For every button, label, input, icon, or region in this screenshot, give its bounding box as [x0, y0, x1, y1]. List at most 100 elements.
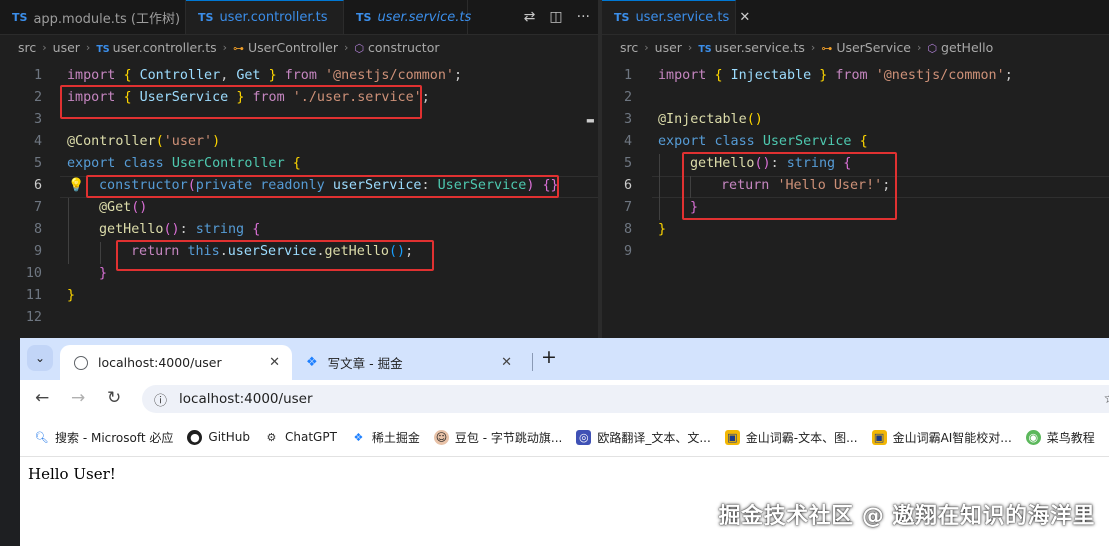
code-line: 4 @Controller('user')	[33, 134, 221, 149]
editor-tab-bar: TS user.service.ts ✕	[602, 0, 1109, 35]
code-line: 3 @Injectable()	[623, 112, 763, 127]
code-line: 7 @Get()	[33, 200, 148, 215]
class-symbol-icon: ⊶	[233, 41, 245, 55]
tab-label: user.service.ts	[635, 10, 730, 25]
chevron-right-icon: ›	[222, 40, 228, 54]
tab-search-button[interactable]: ⌄	[27, 345, 53, 371]
address-bar[interactable]: ⓘ localhost:4000/user ☆	[142, 385, 1109, 413]
chatgpt-icon: ⚙	[266, 430, 277, 444]
browser-tab-title: localhost:4000/user	[98, 355, 222, 370]
reload-icon: ↻	[107, 388, 122, 408]
browser-tab[interactable]: ❖ 写文章 - 掘金 ✕	[292, 345, 524, 380]
tab-label: user.controller.ts	[219, 10, 328, 25]
method-symbol-icon: ⬡	[927, 41, 938, 55]
breadcrumb-item[interactable]: TS user.controller.ts	[96, 40, 216, 55]
browser-tab-strip: ⌄ localhost:4000/user ✕ ❖ 写文章 - 掘金 ✕ +	[20, 338, 1109, 380]
site-info-icon[interactable]: ⓘ	[154, 390, 167, 409]
chevron-right-icon: ›	[85, 40, 91, 54]
iciba-icon: ▣	[871, 429, 887, 445]
typescript-file-icon: TS	[96, 43, 110, 55]
editor-tab-bar: TS app.module.ts (工作树) TS user.controlle…	[0, 0, 598, 35]
close-icon[interactable]: ✕	[269, 355, 280, 370]
bookmark-item[interactable]: 🔍︎ 搜索 - Microsoft 必应	[34, 429, 174, 446]
code-line: 1 import { Controller, Get } from '@nestj…	[33, 68, 463, 83]
tab-label: user.service.ts	[377, 9, 472, 25]
breadcrumb-item[interactable]: src	[620, 40, 638, 55]
breadcrumb-item[interactable]: ⊶ UserService	[821, 40, 911, 55]
code-line: 8}	[623, 222, 667, 237]
code-editor: TS app.module.ts (工作树) TS user.controlle…	[0, 0, 1109, 340]
browser-tab-active[interactable]: localhost:4000/user ✕	[60, 345, 292, 380]
bookmark-item[interactable]: ❖ 稀土掘金	[351, 429, 419, 446]
arrow-right-icon: →	[71, 388, 86, 408]
bookmark-item[interactable]: ⚙ ChatGPT	[264, 430, 337, 445]
new-tab-button[interactable]: +	[541, 346, 557, 368]
breadcrumb-item[interactable]: src	[18, 40, 36, 55]
juejin-icon: ❖	[353, 430, 364, 444]
forward-button[interactable]: →	[71, 388, 85, 408]
code-line: 9	[623, 244, 632, 259]
code-line: 4 export class UserService {	[623, 134, 868, 149]
watermark: 掘金技术社区 @ 遨翔在知识的海洋里	[718, 504, 1095, 529]
editor-pane-right: TS user.service.ts ✕ src › user › TS user…	[602, 0, 1109, 340]
bookmark-star-icon[interactable]: ☆	[1103, 391, 1109, 407]
bookmark-item[interactable]: ◉ 菜鸟教程	[1025, 429, 1095, 446]
tab-separator	[532, 353, 533, 371]
bookmark-item[interactable]: ● GitHub	[187, 429, 250, 445]
iciba-icon: ▣	[724, 429, 740, 445]
scrollbar-marker[interactable]: ▬	[587, 109, 594, 131]
bookmark-item[interactable]: ▣ 金山词霸-文本、图...	[724, 429, 858, 446]
plus-icon: +	[541, 346, 557, 368]
code-line: 5 export class UserController {	[33, 156, 301, 171]
tab-user-controller[interactable]: TS user.controller.ts	[186, 0, 344, 34]
browser-tab-title: 写文章 - 掘金	[327, 356, 403, 371]
breadcrumb: src › user › TS user.service.ts › ⊶ UserS…	[602, 36, 1109, 58]
github-icon: ●	[187, 429, 203, 445]
bookmark-item[interactable]: ▣ 金山词霸AI智能校对...	[871, 429, 1012, 446]
bookmark-item[interactable]: ◎ 欧路翻译_文本、文...	[576, 429, 711, 446]
typescript-file-icon: TS	[198, 11, 214, 24]
typescript-file-icon: TS	[614, 11, 630, 24]
chevron-right-icon: ›	[344, 40, 349, 54]
breadcrumb-item[interactable]: ⊶ UserController	[233, 40, 338, 55]
breadcrumb-item[interactable]: ⬡ constructor	[354, 40, 439, 55]
code-line: 11}	[25, 288, 76, 303]
highlight-box	[60, 85, 422, 119]
juejin-icon: ❖	[306, 355, 318, 370]
highlight-box	[116, 240, 434, 271]
method-symbol-icon: ⬡	[354, 41, 365, 55]
tab-user-service[interactable]: TS user.service.ts ✕	[602, 0, 750, 34]
highlight-box	[86, 175, 559, 198]
back-button[interactable]: ←	[35, 388, 49, 408]
bookmark-item[interactable]: ☺ 豆包 - 字节跳动旗...	[433, 429, 562, 446]
tab-user-service[interactable]: TS user.service.ts	[344, 0, 472, 34]
code-line: 1 import { Injectable } from '@nestjs/com…	[623, 68, 1013, 83]
lightbulb-icon[interactable]: 💡	[68, 175, 84, 197]
breadcrumb: src › user › TS user.controller.ts › ⊶ Us…	[0, 36, 598, 58]
code-line: 2	[623, 90, 632, 105]
close-icon[interactable]: ✕	[501, 355, 512, 370]
eudic-icon: ◎	[576, 429, 592, 445]
doubao-icon: ☺	[433, 429, 449, 445]
highlight-box	[682, 152, 897, 220]
compare-changes-icon[interactable]: ⇄	[524, 9, 536, 25]
breadcrumb-item[interactable]: user	[655, 40, 682, 55]
close-icon[interactable]: ✕	[739, 10, 750, 25]
breadcrumb-item[interactable]: user	[53, 40, 80, 55]
globe-icon	[74, 355, 88, 370]
breadcrumb-item[interactable]: ⬡ getHello	[927, 40, 993, 55]
chevron-right-icon: ›	[644, 40, 649, 54]
chevron-down-icon: ⌄	[34, 351, 46, 365]
bookmarks-bar: 🔍︎ 搜索 - Microsoft 必应 ● GitHub ⚙ ChatGPT ❖ 稀土…	[20, 418, 1109, 457]
arrow-left-icon: ←	[35, 388, 50, 408]
tab-app-module[interactable]: TS app.module.ts (工作树)	[0, 0, 186, 34]
code-line: 12	[25, 310, 42, 325]
runoob-icon: ◉	[1025, 429, 1041, 445]
chevron-right-icon: ›	[810, 40, 816, 54]
address-url: localhost:4000/user	[179, 391, 313, 407]
reload-button[interactable]: ↻	[107, 388, 121, 408]
more-actions-icon[interactable]: ···	[577, 9, 590, 25]
chevron-right-icon: ›	[42, 40, 47, 54]
split-editor-icon[interactable]: ◫	[549, 9, 562, 25]
breadcrumb-item[interactable]: TS user.service.ts	[698, 40, 805, 55]
